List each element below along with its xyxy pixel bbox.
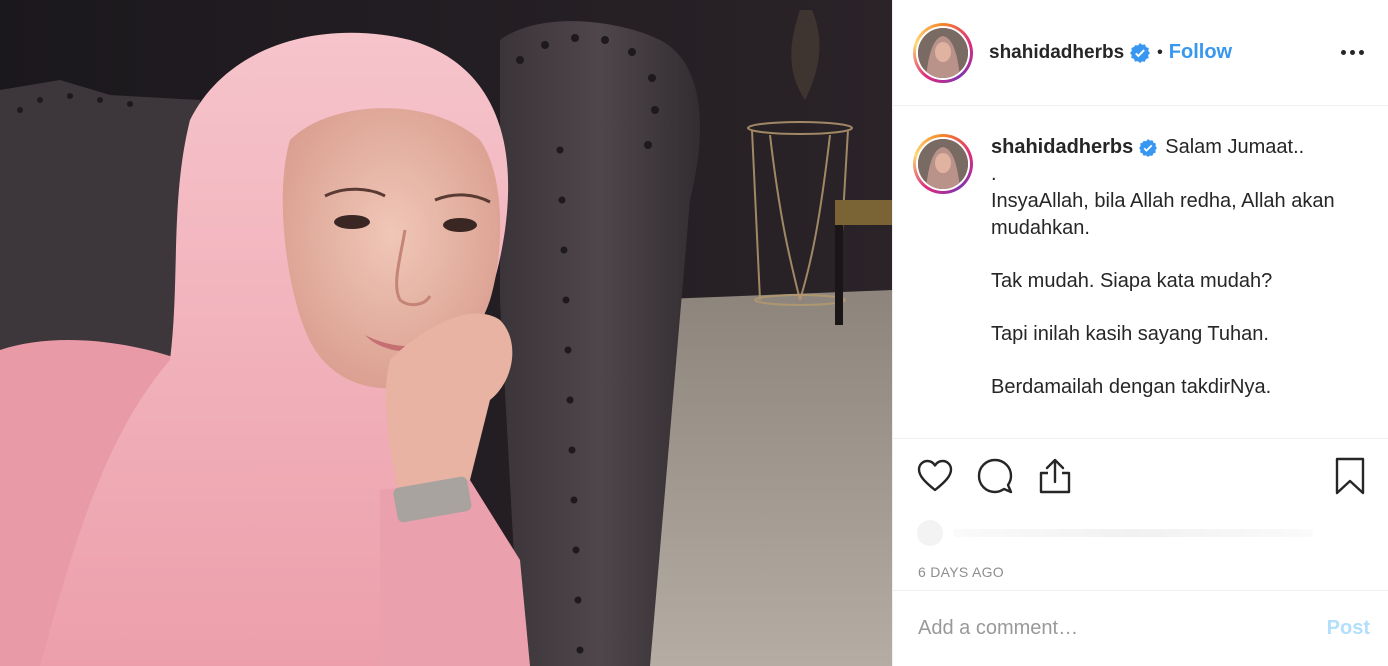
verified-badge-icon (1139, 138, 1158, 157)
comment-form: Post (893, 591, 1388, 666)
caption-username[interactable]: shahidadherbs (991, 134, 1133, 161)
likes-placeholder (893, 513, 1388, 553)
follow-button[interactable]: Follow (1169, 41, 1232, 64)
caption-line: Tak mudah. Siapa kata mudah? (991, 270, 1273, 292)
post-comment-button[interactable]: Post (1327, 617, 1370, 640)
caption-text: shahidadherbs Salam Jumaat.. . InsyaAlla… (991, 134, 1363, 438)
post-photo[interactable] (0, 0, 892, 666)
caption-area: shahidadherbs Salam Jumaat.. . InsyaAlla… (893, 106, 1388, 439)
caption-line: Berdamailah dengan takdirNya. (991, 376, 1272, 398)
comment-bubble-icon[interactable] (975, 456, 1015, 496)
post-header: shahidadherbs • Follow (893, 0, 1388, 106)
more-options-icon[interactable] (1337, 44, 1368, 61)
caption-line: Tapi inilah kasih sayang Tuhan. (991, 323, 1269, 345)
comment-input[interactable] (918, 617, 1327, 640)
separator-dot: • (1157, 43, 1163, 61)
post-timestamp[interactable]: 6 DAYS AGO (893, 553, 1388, 591)
avatar-image (918, 139, 968, 189)
action-bar (893, 439, 1388, 513)
heart-icon[interactable] (915, 456, 955, 496)
caption-story-ring[interactable] (913, 134, 973, 194)
bookmark-icon[interactable] (1330, 456, 1370, 496)
caption-line: mudahkan. (991, 217, 1090, 239)
post-details-panel: shahidadherbs • Follow shahidadherbs Sal… (892, 0, 1388, 666)
verified-badge-icon (1130, 42, 1151, 63)
header-username[interactable]: shahidadherbs (989, 42, 1124, 64)
avatar[interactable] (918, 27, 968, 78)
caption-line: . (991, 163, 997, 185)
story-ring[interactable] (913, 22, 973, 83)
avatar-image (918, 27, 968, 78)
share-icon[interactable] (1035, 456, 1075, 496)
selfie-image (0, 0, 892, 666)
caption-line: Salam Jumaat.. (1165, 136, 1305, 158)
caption-line: InsyaAllah, bila Allah redha, Allah akan (991, 190, 1335, 212)
caption-avatar[interactable] (918, 139, 968, 189)
